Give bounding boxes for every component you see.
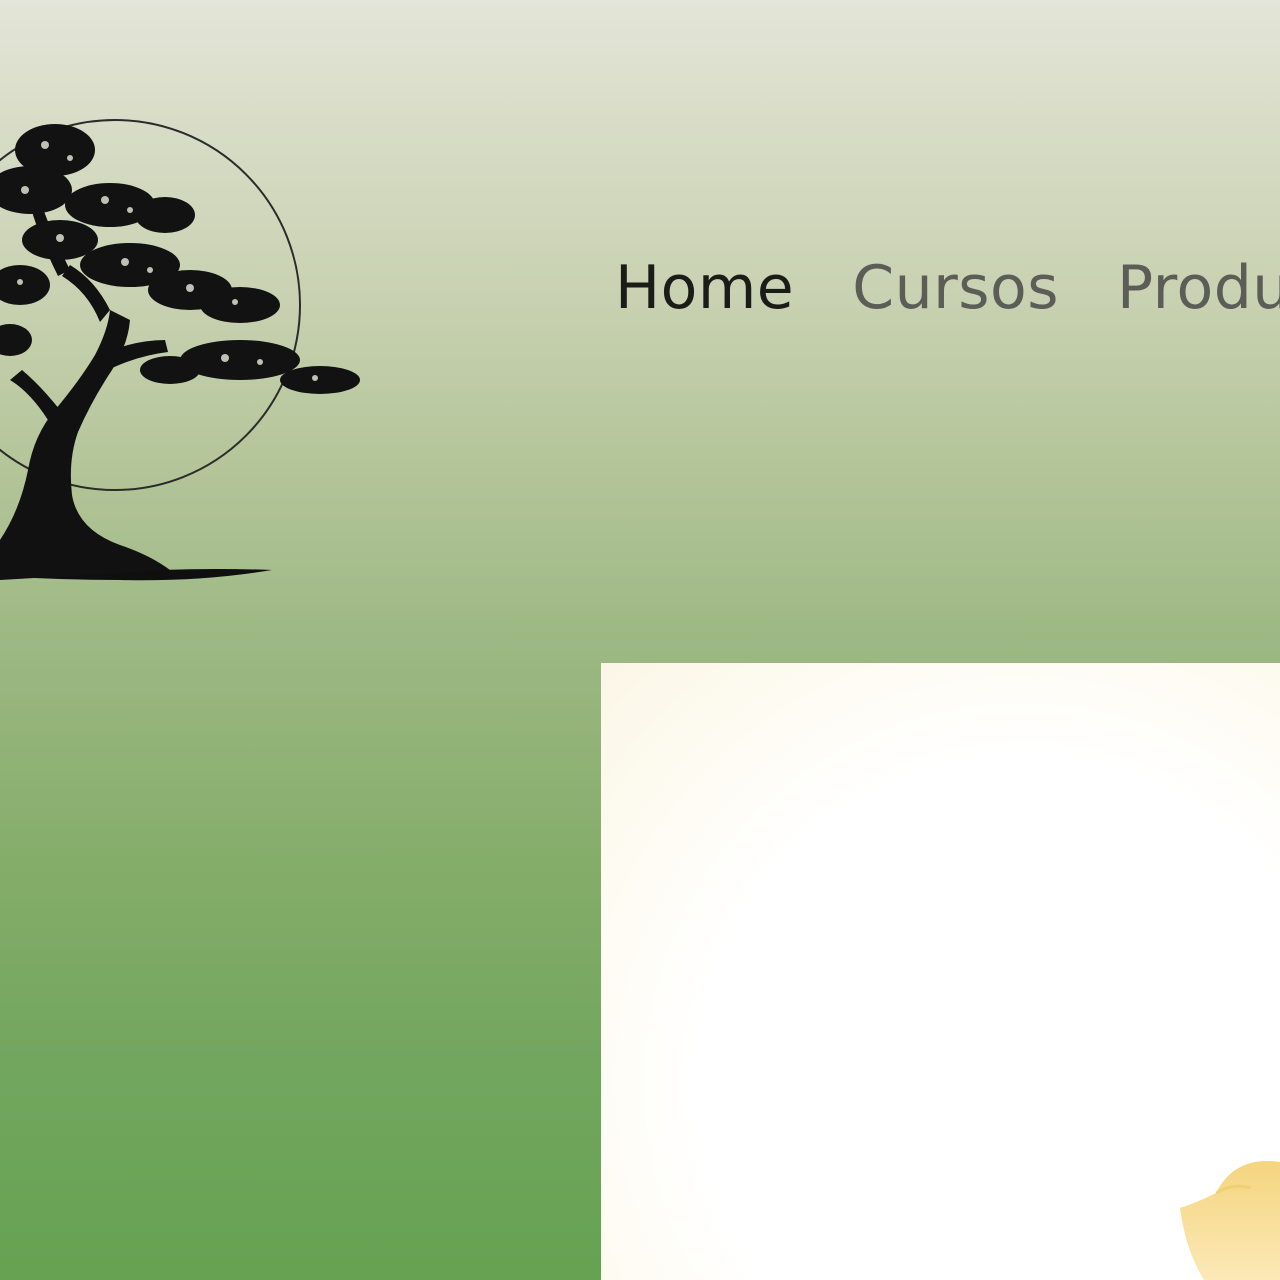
bonsai-tree-icon — [0, 119, 360, 581]
nav-item-home[interactable]: Home — [615, 248, 794, 328]
nav-item-cursos[interactable]: Cursos — [852, 248, 1059, 328]
hero-card — [601, 663, 1280, 1280]
lotus-flower-icon — [1180, 1161, 1280, 1280]
site-logo[interactable] — [0, 40, 380, 600]
site-header: Home Cursos Produ — [0, 0, 1280, 640]
nav-item-produtos[interactable]: Produ — [1117, 248, 1280, 328]
main-nav: Home Cursos Produ — [615, 248, 1280, 328]
